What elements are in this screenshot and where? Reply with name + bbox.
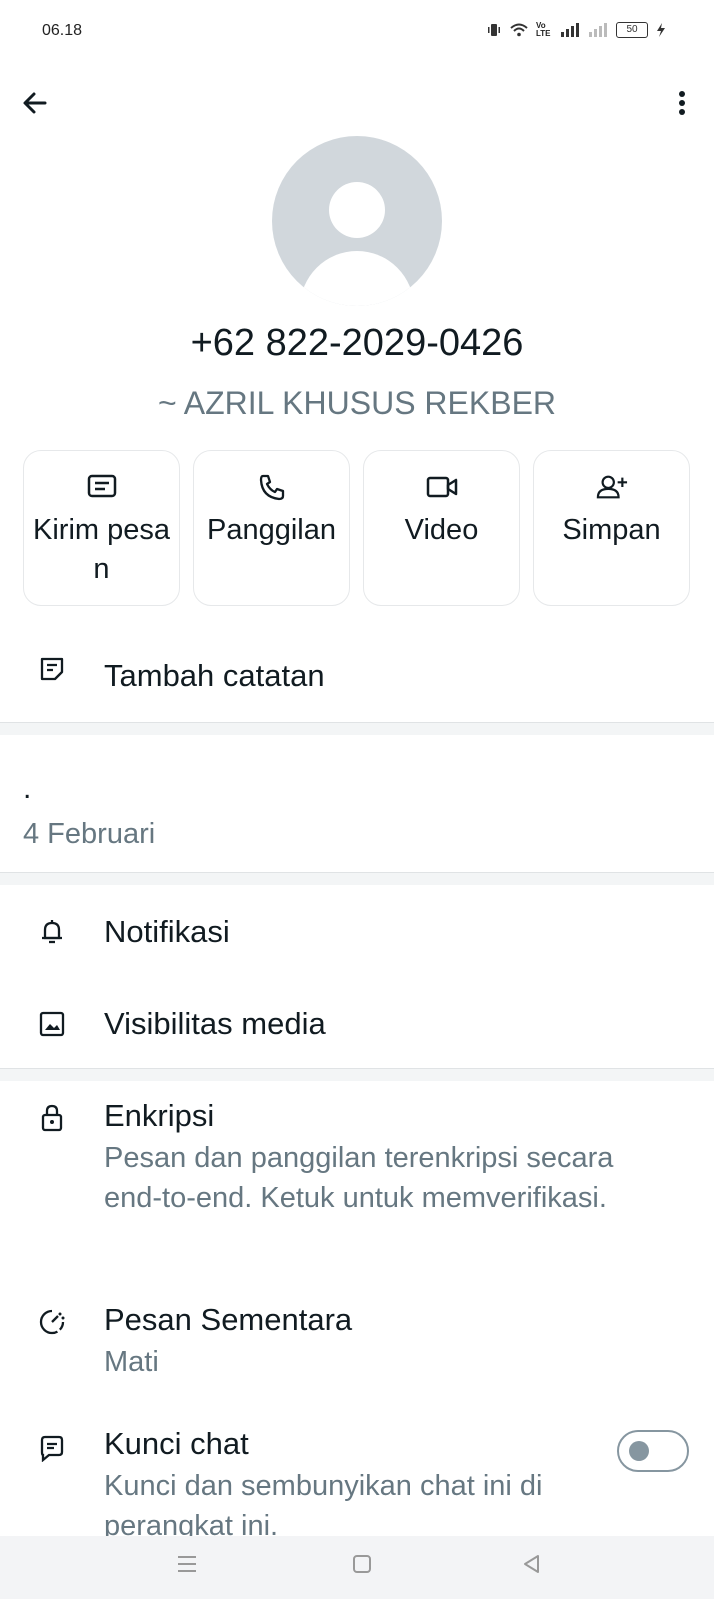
arrow-left-icon <box>23 92 47 114</box>
encryption-title: Enkripsi <box>104 1098 215 1133</box>
call-button-label: Panggilan <box>207 514 336 546</box>
message-button-label: Kirim pesan <box>33 514 170 585</box>
home-square-icon <box>353 1555 371 1573</box>
disappearing-messages-value: Mati <box>104 1346 159 1378</box>
chat-lock-subtitle: Kunci dan sembunyikan chat ini di perang… <box>104 1470 543 1536</box>
system-navigation-bar <box>0 1536 714 1599</box>
add-contact-icon <box>596 471 628 503</box>
back-button[interactable] <box>15 83 55 123</box>
contact-phone: +62 822-2029-0426 <box>190 322 524 364</box>
chat-lock-title: Kunci chat <box>104 1426 249 1461</box>
notifications-row[interactable]: Notifikasi <box>0 888 714 978</box>
back-nav-button[interactable] <box>522 1554 556 1582</box>
timer-icon <box>36 1306 68 1338</box>
about-section[interactable]: . 4 Februari <box>0 736 714 872</box>
call-button[interactable]: Panggilan <box>193 450 350 606</box>
bell-icon <box>36 916 68 948</box>
message-icon <box>86 471 118 503</box>
notifications-label: Notifikasi <box>104 914 230 949</box>
media-visibility-row[interactable]: Visibilitas media <box>0 980 714 1070</box>
menu-icon <box>178 1556 196 1572</box>
signal-icon <box>561 23 579 37</box>
about-text: . <box>23 772 32 805</box>
section-divider <box>0 722 714 735</box>
save-contact-label: Simpan <box>562 514 661 546</box>
add-note-row[interactable]: Tambah catatan <box>0 638 714 722</box>
phone-icon <box>256 471 288 503</box>
chat-lock-row[interactable]: Kunci chat Kunci dan sembunyikan chat in… <box>0 1422 714 1536</box>
disappearing-messages-title: Pesan Sementara <box>104 1302 353 1337</box>
avatar[interactable] <box>272 136 442 306</box>
volte-icon: Vo LTE <box>536 21 551 38</box>
vibrate-icon <box>488 24 500 36</box>
chat-lock-toggle[interactable] <box>617 1430 689 1472</box>
add-note-label: Tambah catatan <box>104 658 325 693</box>
more-options-button[interactable] <box>662 83 702 123</box>
chat-lock-icon <box>36 1432 68 1464</box>
recent-apps-button[interactable] <box>176 1554 210 1582</box>
status-bar: 06.18 Vo LTE 50 <box>0 0 714 62</box>
signal-weak-icon <box>589 23 607 37</box>
more-vert-icon <box>679 91 685 115</box>
message-button[interactable]: Kirim pesan <box>23 450 180 606</box>
about-date: 4 Februari <box>23 818 156 850</box>
back-triangle-icon <box>524 1555 539 1573</box>
save-contact-button[interactable]: Simpan <box>533 450 690 606</box>
wifi-icon <box>510 23 528 37</box>
image-icon <box>36 1008 68 1040</box>
status-icons: Vo LTE 50 <box>486 22 666 38</box>
video-button-label: Video <box>404 514 479 546</box>
avatar-head-shape <box>329 182 385 238</box>
status-time: 06.18 <box>42 22 83 39</box>
section-divider <box>0 1068 714 1081</box>
contact-alias: ~ AZRIL KHUSUS REKBER <box>157 385 557 421</box>
video-icon <box>426 471 458 503</box>
encryption-subtitle: Pesan dan panggilan terenkripsi secara e… <box>104 1142 614 1214</box>
home-button[interactable] <box>352 1554 386 1582</box>
lock-icon <box>36 1102 68 1134</box>
video-button[interactable]: Video <box>363 450 520 606</box>
encryption-row[interactable]: Enkripsi Pesan dan panggilan terenkripsi… <box>0 1086 714 1266</box>
toggle-knob <box>629 1441 649 1461</box>
battery-icon: 50 <box>616 22 648 38</box>
disappearing-messages-row[interactable]: Pesan Sementara Mati <box>0 1300 714 1400</box>
charging-icon <box>657 23 665 37</box>
avatar-body-shape <box>300 251 414 306</box>
media-visibility-label: Visibilitas media <box>104 1006 326 1041</box>
action-buttons: Kirim pesan Panggilan Video Simpan <box>23 450 693 608</box>
section-divider <box>0 872 714 885</box>
note-icon <box>36 653 68 685</box>
